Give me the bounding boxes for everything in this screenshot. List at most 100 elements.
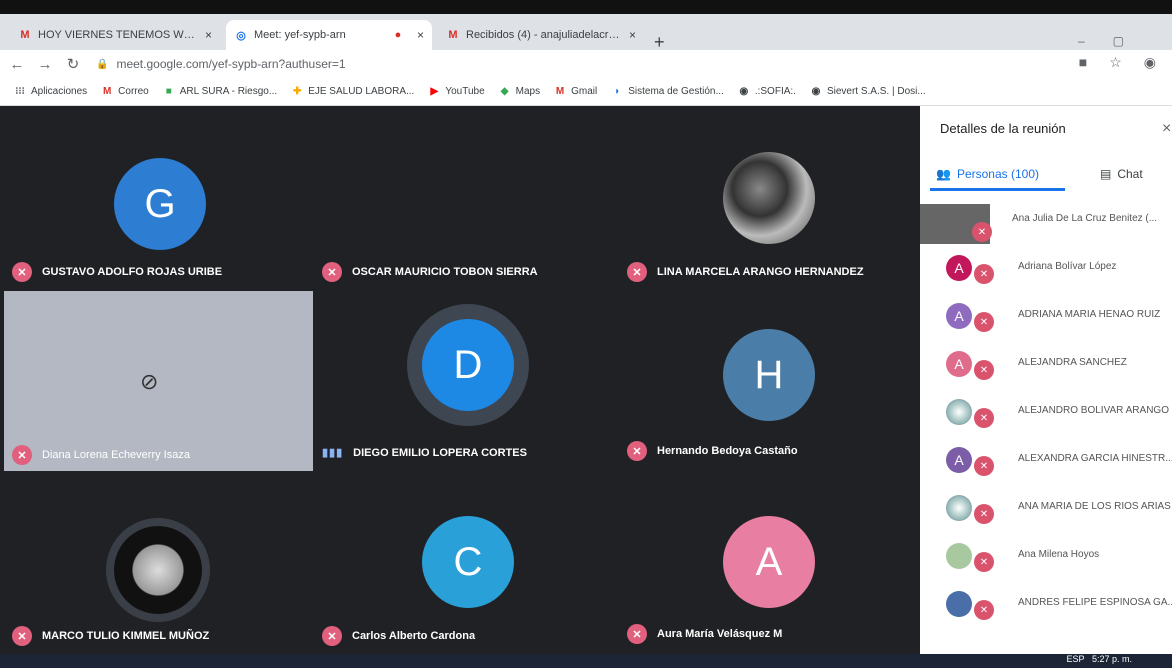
mic-off-icon: ✕ [627, 624, 647, 644]
participant-tile[interactable]: C ✕ Carlos Alberto Cardona [310, 476, 615, 656]
avatar-photo [946, 591, 972, 617]
tab-people[interactable]: 👥 Personas (100) [936, 167, 1039, 181]
panel-tabs: 👥 Personas (100) ▤ Chat [920, 161, 1172, 191]
list-item[interactable]: A ✕ ALEXANDRA GARCIA HINESTR... [920, 438, 1172, 482]
camera-off-icon: ⊘ [140, 369, 159, 394]
bookmark-maps[interactable]: ◆ Maps [499, 86, 540, 97]
avatar: A [946, 303, 972, 329]
bookmark-correo[interactable]: M Correo [101, 86, 149, 97]
sura-icon: ■ [165, 86, 172, 97]
mic-off-icon: ✕ [974, 408, 994, 428]
forward-icon[interactable]: → [34, 56, 56, 73]
person-name: ALEJANDRO BOLIVAR ARANGO [1018, 405, 1169, 416]
bookmark-arl-sura[interactable]: ■ ARL SURA - Riesgo... [163, 86, 277, 97]
close-icon[interactable]: × [1162, 120, 1171, 138]
window-controls[interactable]: –▢ [1078, 34, 1152, 48]
participant-tile[interactable]: ✕ MARCO TULIO KIMMEL MUÑOZ [0, 476, 310, 656]
avatar: A [946, 351, 972, 377]
participant-tile[interactable]: ✕ OSCAR MAURICIO TOBON SIERRA [310, 106, 615, 286]
avatar: D [422, 319, 514, 411]
bookmark-sofia[interactable]: ◉ .:SOFIA:. [738, 86, 796, 97]
chat-icon: ▤ [1100, 167, 1112, 181]
avatar: H [723, 329, 815, 421]
participant-grid: G ✕ GUSTAVO ADOLFO ROJAS URIBE ✕ OSCAR MAU… [0, 106, 920, 666]
bookmarks-bar: ⁝⁝⁝ Aplicaciones M Correo ■ ARL SURA - Ries… [0, 78, 1172, 106]
list-item[interactable]: ✕ Ana Milena Hoyos [920, 534, 1172, 578]
maps-icon: ◆ [500, 86, 509, 97]
participant-tile[interactable]: G ✕ GUSTAVO ADOLFO ROJAS URIBE [0, 106, 305, 286]
close-icon[interactable]: × [629, 28, 636, 42]
participant-name: ✕ OSCAR MAURICIO TOBON SIERRA [322, 262, 538, 282]
gmail-icon: M [448, 29, 458, 41]
participant-tile[interactable]: A ✕ Aura María Velásquez M [615, 476, 920, 656]
name-text: Aura María Velásquez M [657, 628, 783, 640]
screen: M HOY VIERNES TENEMOS WEBINA × ◎ Meet: y… [0, 0, 1172, 668]
participant-name: ✕ Aura María Velásquez M [627, 624, 782, 644]
language-indicator[interactable]: ESP [1066, 654, 1084, 664]
bookmark-gmail[interactable]: M Gmail [554, 86, 597, 97]
name-text: DIEGO EMILIO LOPERA CORTES [353, 446, 527, 459]
star-icon[interactable]: ☆ [1109, 54, 1122, 71]
tab-label: Personas (100) [956, 167, 1039, 181]
avatar-photo [946, 495, 972, 521]
tab-inbox[interactable]: M Recibidos (4) - anajuliadelacruz0 × [438, 20, 644, 50]
participant-name: ▮▮▮ DIEGO EMILIO LOPERA CORTES [322, 446, 527, 460]
bookmark-aplicaciones[interactable]: ⁝⁝⁝ Aplicaciones [14, 86, 87, 97]
bookmark-youtube[interactable]: ▶ YouTube [428, 86, 484, 97]
list-item[interactable]: ✕ Ana Julia De La Cruz Benitez (... [920, 198, 1172, 244]
list-item[interactable]: A ✕ ADRIANA MARIA HENAO RUIZ [920, 294, 1172, 338]
reload-icon[interactable]: ↻ [62, 55, 84, 73]
system-tray: ESP 5:27 p. m. [1066, 654, 1132, 664]
name-text: Hernando Bedoya Castaño [657, 445, 798, 457]
bookmark-label: Sistema de Gestión... [628, 86, 724, 97]
bookmark-sievert[interactable]: ◉ Sievert S.A.S. | Dosi... [810, 86, 926, 97]
avatar-photo [946, 399, 972, 425]
avatar: A [946, 447, 972, 473]
person-name: ALEXANDRA GARCIA HINESTR... [1018, 453, 1172, 464]
mic-off-icon: ✕ [322, 626, 342, 646]
bookmark-sistema-gestion[interactable]: ◗ Sistema de Gestión... [611, 86, 724, 97]
tab-webinar[interactable]: M HOY VIERNES TENEMOS WEBINA × [10, 20, 220, 50]
list-item[interactable]: ✕ ANA MARIA DE LOS RIOS ARIAS [920, 486, 1172, 530]
list-item[interactable]: A ✕ ALEJANDRA SANCHEZ [920, 342, 1172, 386]
clock[interactable]: 5:27 p. m. [1092, 654, 1132, 664]
avatar: G [114, 158, 206, 250]
name-text: Carlos Alberto Cardona [352, 630, 476, 642]
youtube-icon: ▶ [430, 86, 439, 97]
person-name: ANA MARIA DE LOS RIOS ARIAS [1018, 501, 1171, 512]
avatar-photo [946, 543, 972, 569]
address-bar[interactable]: 🔒 meet.google.com/yef-sypb-arn?authuser=… [96, 57, 346, 71]
participant-tile[interactable]: ⊘ ✕ Diana Lorena Echeverry Isaza [4, 291, 313, 471]
list-item[interactable]: A ✕ Adriana Bolívar López [920, 246, 1172, 290]
back-icon[interactable]: ← [6, 56, 28, 73]
tab-meet[interactable]: ◎ Meet: yef-sypb-arn ● × [226, 20, 432, 50]
bookmark-eje-salud[interactable]: ✚ EJE SALUD LABORA... [291, 86, 414, 97]
person-name: Ana Julia De La Cruz Benitez (... [1012, 213, 1158, 224]
recording-icon: ● [394, 29, 402, 41]
people-icon: 👥 [936, 167, 951, 181]
mic-off-icon: ✕ [974, 552, 994, 572]
mic-off-icon: ✕ [322, 262, 342, 282]
close-icon[interactable]: × [417, 28, 424, 42]
close-icon[interactable]: × [205, 28, 212, 42]
profile-icon[interactable]: ◉ [1144, 54, 1156, 71]
participant-tile[interactable]: H ✕ Hernando Bedoya Castaño [615, 291, 920, 471]
avatar-photo [723, 152, 815, 244]
participant-tile[interactable]: ✕ LINA MARCELA ARANGO HERNANDEZ [615, 106, 920, 286]
mic-off-icon: ✕ [12, 626, 32, 646]
panel-title: Detalles de la reunión [940, 121, 1066, 136]
apps-icon: ⁝⁝⁝ [15, 86, 25, 97]
tab-chat[interactable]: ▤ Chat [1100, 167, 1143, 181]
mic-off-icon: ✕ [12, 445, 32, 465]
bookmark-label: Sievert S.A.S. | Dosi... [826, 86, 926, 97]
list-item[interactable]: ✕ ANDRES FELIPE ESPINOSA GA... [920, 582, 1172, 626]
camera-icon[interactable]: ■ [1079, 54, 1087, 71]
health-icon: ✚ [292, 86, 302, 97]
participant-name: ✕ Diana Lorena Echeverry Isaza [12, 445, 190, 465]
list-item[interactable]: ✕ ALEJANDRO BOLIVAR ARANGO [920, 390, 1172, 434]
name-text: MARCO TULIO KIMMEL MUÑOZ [42, 630, 210, 642]
bookmark-label: ARL SURA - Riesgo... [179, 86, 278, 97]
participant-name: ✕ LINA MARCELA ARANGO HERNANDEZ [627, 262, 864, 282]
participant-tile[interactable]: D ▮▮▮ DIEGO EMILIO LOPERA CORTES [310, 291, 615, 471]
globe-icon: ◉ [811, 86, 821, 97]
